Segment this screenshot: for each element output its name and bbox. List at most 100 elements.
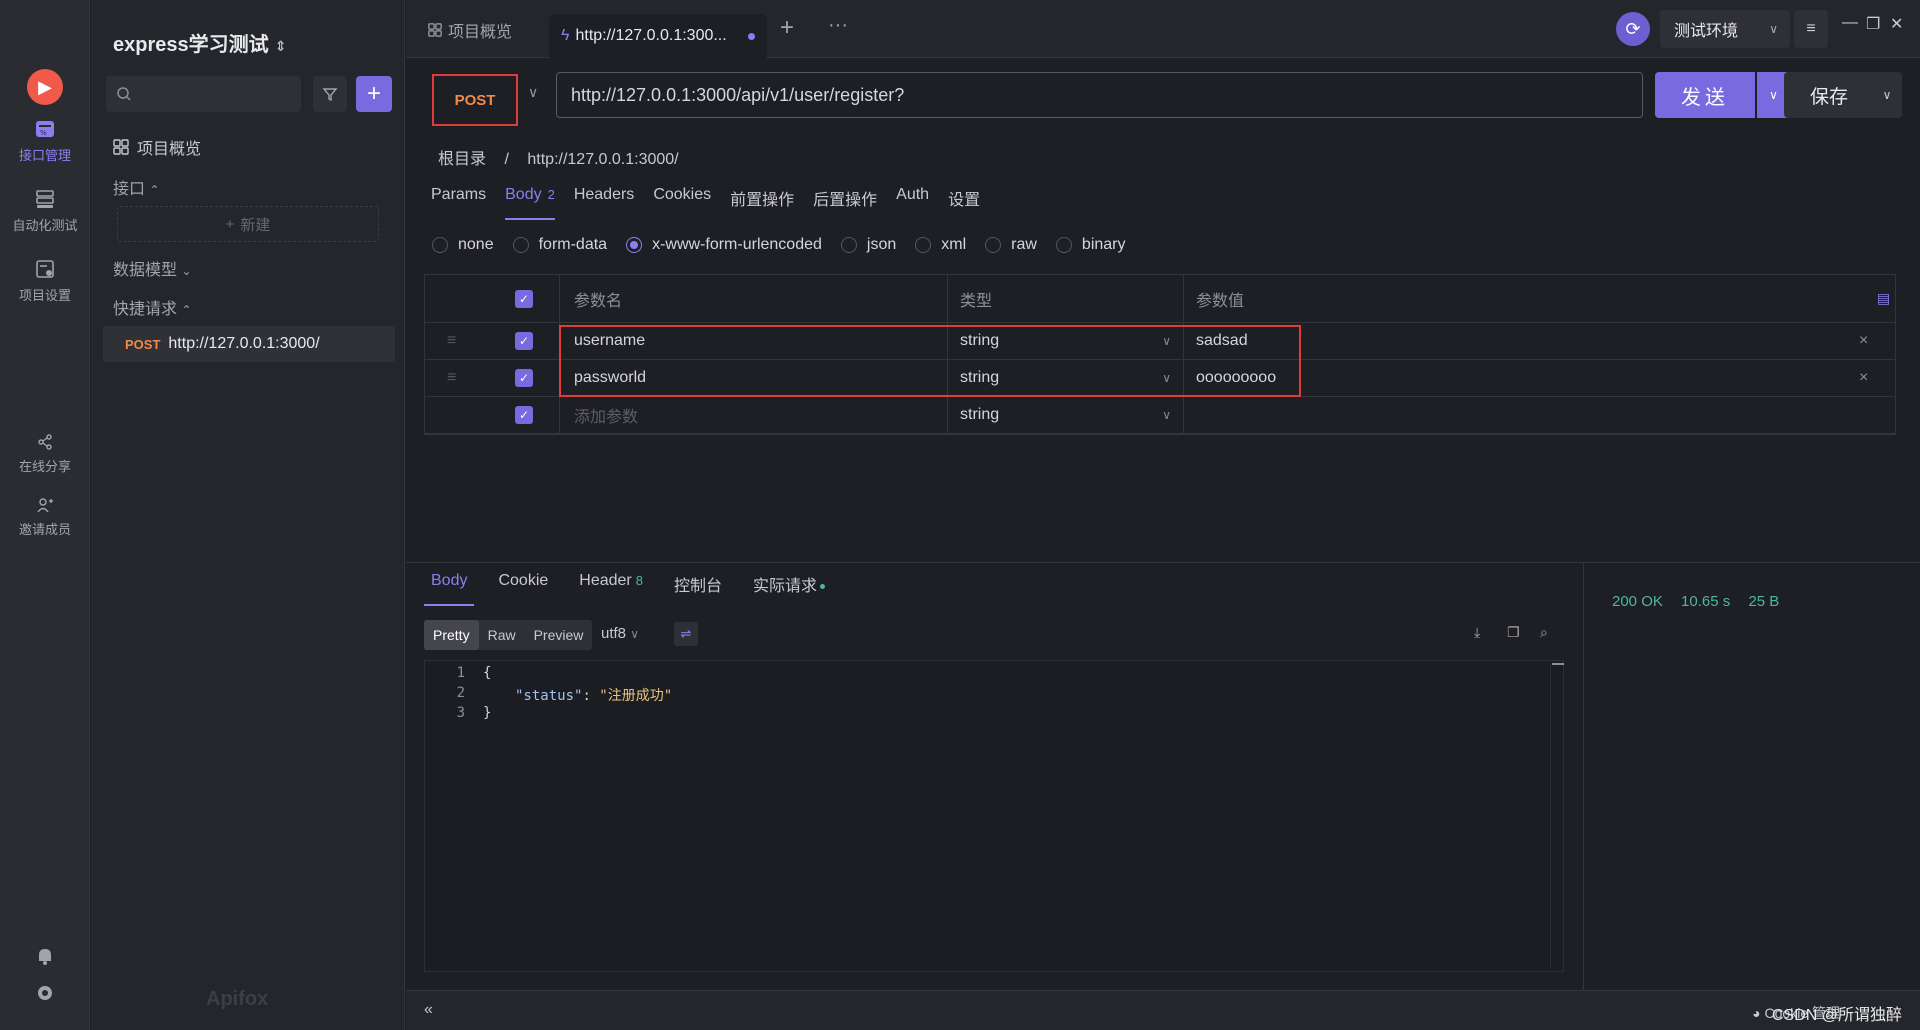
code-scrollbar[interactable] [1550, 663, 1564, 969]
send-button[interactable]: 发送 [1655, 72, 1755, 118]
radio-none[interactable]: none [432, 236, 494, 254]
param-value-field[interactable]: sadsad [1183, 323, 1248, 359]
radio-x-www-form-urlencoded[interactable]: x-www-form-urlencoded [626, 236, 822, 254]
copy-icon[interactable]: ❐ [1507, 624, 1520, 641]
format-label: Preview [533, 627, 584, 643]
save-dropdown-button[interactable]: ∨ [1872, 72, 1902, 118]
plus-icon: + [366, 80, 381, 107]
tab-response-body[interactable]: Body [424, 572, 475, 606]
tab-console[interactable]: 控制台 [667, 572, 729, 606]
rail-item-api-management[interactable]: % 接口管理 [0, 118, 90, 164]
format-pretty[interactable]: Pretty [424, 620, 479, 650]
radio-circle [840, 237, 857, 253]
radio-circle [512, 237, 529, 253]
radio-circle [626, 237, 643, 253]
project-selector[interactable]: express学习测试 ⇕ [113, 28, 286, 57]
radio-form-data[interactable]: form-data [512, 236, 607, 254]
search-icon[interactable]: ⌕ [1540, 624, 1548, 641]
delete-row-icon[interactable]: × [1859, 323, 1868, 359]
drag-handle-icon[interactable]: ≡ [447, 360, 456, 396]
bell-icon[interactable] [35, 946, 55, 971]
rail-item-label: 接口管理 [18, 148, 71, 163]
sidebar-group-quick-request[interactable]: 快捷请求 ⌃ [113, 295, 192, 319]
add-param-field[interactable]: 添加参数 [559, 397, 947, 433]
tab-response-cookie[interactable]: Cookie [491, 572, 555, 606]
param-name-field[interactable]: passworld [559, 360, 947, 396]
tab-pre-processors[interactable]: 前置操作 [730, 186, 794, 220]
param-type: string [960, 369, 1000, 386]
rail-item-invite[interactable]: 邀请成员 [0, 496, 90, 538]
restore-button[interactable]: ❐ [1866, 14, 1880, 34]
format-raw[interactable]: Raw [479, 620, 525, 650]
collapse-sidebar-button[interactable]: « [424, 1001, 433, 1019]
chevron-down-icon[interactable]: ∨ [528, 84, 538, 101]
chevron-down-icon: ∨ [1882, 88, 1892, 102]
sidebar-group-api[interactable]: 接口 ⌃ [113, 175, 160, 199]
param-value-field[interactable] [1183, 397, 1184, 433]
tab-label: Body [431, 572, 468, 589]
row-checkbox[interactable]: ✓ [515, 360, 533, 396]
new-tab-button[interactable]: + [780, 14, 794, 42]
hamburger-icon: ≡ [1806, 20, 1816, 37]
tab-settings[interactable]: 设置 [948, 186, 980, 220]
word-wrap-icon[interactable]: ⇌ [674, 622, 698, 646]
tab-request[interactable]: ϟ http://127.0.0.1:300... [549, 14, 767, 58]
radio-raw[interactable]: raw [985, 236, 1037, 254]
sidebar-item-overview[interactable]: 项目概览 [113, 135, 201, 159]
param-name-field[interactable]: username [559, 323, 947, 359]
tab-params[interactable]: Params [431, 186, 486, 220]
table-row: ≡ ✓ username string ∨ sadsad × [425, 323, 1895, 360]
tab-response-header[interactable]: Header 8 [572, 572, 650, 606]
menu-button[interactable]: ≡ [1794, 10, 1828, 48]
param-value-field[interactable]: ooooooooo [1183, 360, 1276, 396]
gear-icon[interactable] [35, 983, 55, 1008]
tab-post-processors[interactable]: 后置操作 [813, 186, 877, 220]
breadcrumb: 根目录 / http://127.0.0.1:3000/ [438, 145, 693, 169]
breadcrumb-root[interactable]: 根目录 [438, 151, 486, 168]
row-checkbox[interactable]: ✓ [515, 397, 533, 433]
filter-button[interactable] [313, 76, 347, 112]
radio-xml[interactable]: xml [915, 236, 966, 254]
param-type-select[interactable]: string ∨ [947, 360, 1183, 396]
rail-item-project-settings[interactable]: 项目设置 [0, 258, 90, 304]
param-type-select[interactable]: string ∨ [947, 323, 1183, 359]
delete-row-icon[interactable]: × [1859, 360, 1868, 396]
drag-handle-icon[interactable]: ≡ [447, 323, 456, 359]
tab-headers[interactable]: Headers [574, 186, 634, 220]
save-button[interactable]: 保存 [1784, 72, 1874, 118]
close-window-button[interactable]: ✕ [1890, 14, 1903, 34]
search-input[interactable] [106, 76, 301, 112]
url-input[interactable]: http://127.0.0.1:3000/api/v1/user/regist… [556, 72, 1643, 118]
more-tabs-button[interactable]: ··· [828, 14, 848, 37]
format-preview[interactable]: Preview [525, 620, 593, 650]
encoding-select[interactable]: utf8 ∨ [601, 625, 639, 642]
rail-item-share[interactable]: 在线分享 [0, 433, 90, 475]
tab-actual-request[interactable]: 实际请求 [746, 572, 832, 606]
bulk-edit-icon[interactable]: ▤ [1877, 275, 1890, 322]
new-api-button[interactable]: + 新建 [117, 206, 379, 242]
param-type-select[interactable]: string ∨ [947, 397, 1183, 433]
radio-circle [985, 237, 1002, 253]
tab-auth[interactable]: Auth [896, 186, 929, 220]
csdn-watermark: CSDN @所谓独醉 [1771, 1007, 1902, 1024]
radio-binary[interactable]: binary [1055, 236, 1126, 254]
method-select[interactable]: POST [432, 74, 518, 126]
breadcrumb-separator: / [504, 151, 509, 168]
radio-json[interactable]: json [840, 236, 896, 254]
sidebar-group-data-model[interactable]: 数据模型 ⌄ [113, 256, 192, 280]
breadcrumb-current[interactable]: http://127.0.0.1:3000/ [527, 151, 678, 168]
environment-select[interactable]: 测试环境 ∨ [1660, 10, 1790, 48]
tab-cookies[interactable]: Cookies [653, 186, 711, 220]
quick-request-item[interactable]: POST http://127.0.0.1:3000/ [103, 326, 395, 362]
tab-body[interactable]: Body 2 [505, 186, 555, 220]
response-code-viewer[interactable]: 1 { 2 "status": "注册成功" 3 } [424, 660, 1564, 972]
tab-overview[interactable]: 项目概览 [428, 10, 512, 50]
add-button[interactable]: + [356, 76, 392, 112]
download-icon[interactable]: ⤓ [1474, 624, 1480, 641]
select-all-checkbox[interactable]: ✓ [515, 275, 533, 322]
row-checkbox[interactable]: ✓ [515, 323, 533, 359]
sync-icon[interactable]: ⟳ [1616, 12, 1650, 46]
rail-item-automation-test[interactable]: 自动化测试 [0, 188, 90, 234]
minimize-button[interactable]: — [1842, 14, 1858, 32]
status-dot [820, 584, 826, 590]
